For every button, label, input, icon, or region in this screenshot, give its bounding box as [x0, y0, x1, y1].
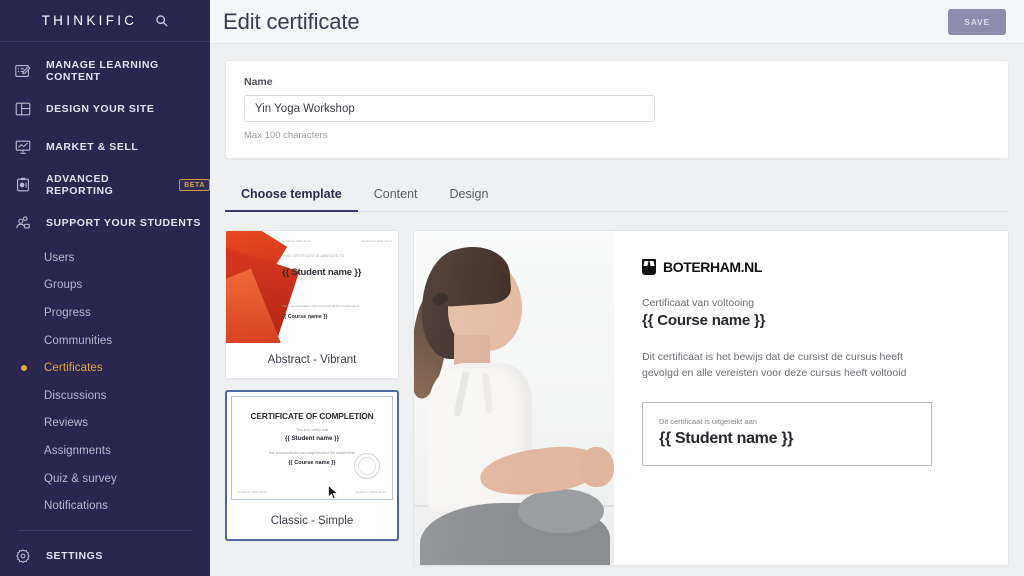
name-field-label: Name	[244, 76, 273, 88]
certificate-course-name: {{ Course name }}	[642, 312, 766, 329]
certificate-student-name: {{ Student name }}	[659, 429, 794, 447]
template-list: Issued on 2021-11-01 Expires on 2021-12-…	[225, 230, 399, 566]
thumb-body: Has pursued studies and completed all th…	[282, 304, 360, 308]
sidebar-divider	[18, 529, 192, 531]
certificate-preview[interactable]: BOTERHAM.NL Certificaat van voltooing {{…	[413, 230, 1009, 566]
sidebar-item-label: MARKET & SELL	[46, 141, 139, 153]
tab-choose-template[interactable]: Choose template	[225, 180, 358, 212]
woman-meditating-photo	[414, 231, 614, 565]
thumb-awarded-to: THIS CERTIFICATE IS AWARDED TO	[282, 254, 345, 258]
sidebar-item-communities[interactable]: Communities	[0, 327, 210, 355]
template-thumbnail-classic: CERTIFICATE OF COMPLETION This is to cer…	[227, 392, 397, 504]
brand-logo-row: BOTERHAM.NL	[642, 259, 980, 275]
search-icon[interactable]	[155, 14, 168, 27]
sidebar-main-nav: MANAGE LEARNING CONTENT DESIGN YOUR SITE	[0, 42, 210, 575]
brand-logo: THINKIFIC	[41, 13, 138, 28]
name-card: Name Max 100 characters	[225, 60, 1009, 159]
sidebar-item-quiz-and-survey[interactable]: Quiz & survey	[0, 465, 210, 493]
sidebar-sub-label: Communities	[44, 334, 113, 347]
sidebar-sub-label: Assignments	[44, 444, 111, 457]
content-region: Name Max 100 characters Choose template …	[210, 44, 1024, 576]
thumb-student-name: {{ Student name }}	[285, 435, 339, 442]
thumb-expires: Expires on 2021-12-01	[361, 239, 392, 243]
certificate-kicker: Certificaat van voltooing	[642, 297, 755, 309]
tab-bar: Choose template Content Design	[225, 180, 1009, 212]
sidebar-sub-label: Quiz & survey	[44, 472, 117, 485]
tab-design[interactable]: Design	[434, 180, 505, 212]
certificate-description: Dit certificaat is het bewijs dat de cur…	[642, 351, 907, 379]
thumb-expires: Expires on 2021-12-01	[355, 490, 386, 494]
template-thumbnail-abstract: Issued on 2021-11-01 Expires on 2021-12-…	[226, 231, 398, 343]
sidebar-item-label: ADVANCED REPORTING	[46, 173, 114, 197]
page-title: Edit certificate	[223, 8, 360, 34]
seal-icon	[354, 453, 380, 479]
sidebar-sub-label: Discussions	[44, 389, 107, 402]
sidebar-item-support-your-students[interactable]: SUPPORT YOUR STUDENTS	[0, 204, 210, 242]
top-bar: Edit certificate SAVE	[210, 0, 1024, 44]
thumb-student-name: {{ Student name }}	[282, 267, 362, 278]
sidebar-item-discussions[interactable]: Discussions	[0, 382, 210, 410]
template-card-classic-simple[interactable]: CERTIFICATE OF COMPLETION This is to cer…	[225, 390, 399, 541]
thumb-title: CERTIFICATE OF COMPLETION	[250, 411, 374, 421]
sidebar-item-label: DESIGN YOUR SITE	[46, 103, 155, 115]
sidebar-item-label: MANAGE LEARNING CONTENT	[46, 59, 159, 83]
sidebar-sub-label: Groups	[44, 279, 83, 292]
certificate-name-input[interactable]	[244, 95, 655, 122]
thumb-issued: Issued on 2021-11-01	[282, 239, 311, 243]
sidebar-item-label: SUPPORT YOUR STUDENTS	[46, 217, 201, 229]
presentation-chart-icon	[12, 136, 34, 158]
sidebar-brand-row: THINKIFIC	[0, 0, 210, 42]
template-card-abstract-vibrant[interactable]: Issued on 2021-11-01 Expires on 2021-12-…	[225, 230, 399, 379]
gear-icon	[12, 545, 34, 567]
people-group-icon	[12, 212, 34, 234]
sidebar-sub-label: Certificates	[44, 362, 103, 375]
name-field-help: Max 100 characters	[244, 130, 328, 141]
boterham-mark-icon	[642, 259, 656, 275]
sidebar-item-market-and-sell[interactable]: MARKET & SELL	[0, 128, 210, 166]
sidebar-settings-label: SETTINGS	[46, 549, 103, 562]
clipboard-report-icon	[12, 174, 34, 196]
sidebar-item-progress[interactable]: Progress	[0, 299, 210, 327]
mouse-cursor-icon	[328, 484, 339, 504]
sidebar-item-design-your-site[interactable]: DESIGN YOUR SITE	[0, 90, 210, 128]
sidebar-item-notifications[interactable]: Notifications	[0, 492, 210, 520]
thumb-issued: Issued on 2021-11-01	[238, 490, 267, 494]
edit-document-icon	[12, 60, 34, 82]
template-panes: Issued on 2021-11-01 Expires on 2021-12-…	[225, 230, 1009, 566]
sidebar: THINKIFIC MANAGE LEARNING CONTENT DESIGN…	[0, 0, 210, 576]
save-button[interactable]: SAVE	[948, 8, 1006, 35]
sidebar-sub-label: Reviews	[44, 417, 89, 430]
certificate-student-box: Dit certificaat is uitgereikt aan {{ Stu…	[642, 401, 932, 466]
sidebar-sub-label: Users	[44, 251, 75, 264]
sidebar-item-users[interactable]: Users	[0, 244, 210, 272]
sidebar-item-assignments[interactable]: Assignments	[0, 437, 210, 465]
sidebar-sublist: Users Groups Progress Communities Certif…	[0, 242, 210, 520]
sidebar-item-settings[interactable]: SETTINGS	[0, 537, 210, 575]
sidebar-sub-label: Progress	[44, 306, 91, 319]
sidebar-sub-label: Notifications	[44, 500, 108, 513]
template-name: Abstract - Vibrant	[267, 354, 357, 366]
app-root: THINKIFIC MANAGE LEARNING CONTENT DESIGN…	[0, 0, 1024, 576]
beta-badge: BETA	[179, 179, 210, 191]
tab-content[interactable]: Content	[358, 180, 434, 212]
sidebar-item-groups[interactable]: Groups	[0, 272, 210, 300]
certificate-body: BOTERHAM.NL Certificaat van voltooing {{…	[614, 231, 1008, 565]
template-name: Classic - Simple	[270, 515, 354, 527]
layout-panels-icon	[12, 98, 34, 120]
sidebar-item-certificates[interactable]: Certificates	[0, 354, 210, 382]
certificate-box-kicker: Dit certificaat is uitgereikt aan	[659, 416, 757, 426]
main-area: Edit certificate SAVE Name Max 100 chara…	[210, 0, 1024, 576]
sidebar-item-reviews[interactable]: Reviews	[0, 410, 210, 438]
brand-logo-text: BOTERHAM.NL	[663, 259, 763, 275]
sidebar-item-advanced-reporting[interactable]: ADVANCED REPORTING BETA	[0, 166, 210, 204]
thumb-course-name: {{ Course name }}	[282, 313, 328, 320]
thumb-kicker: This is to certify that	[296, 428, 328, 432]
sidebar-item-manage-learning-content[interactable]: MANAGE LEARNING CONTENT	[0, 52, 210, 90]
